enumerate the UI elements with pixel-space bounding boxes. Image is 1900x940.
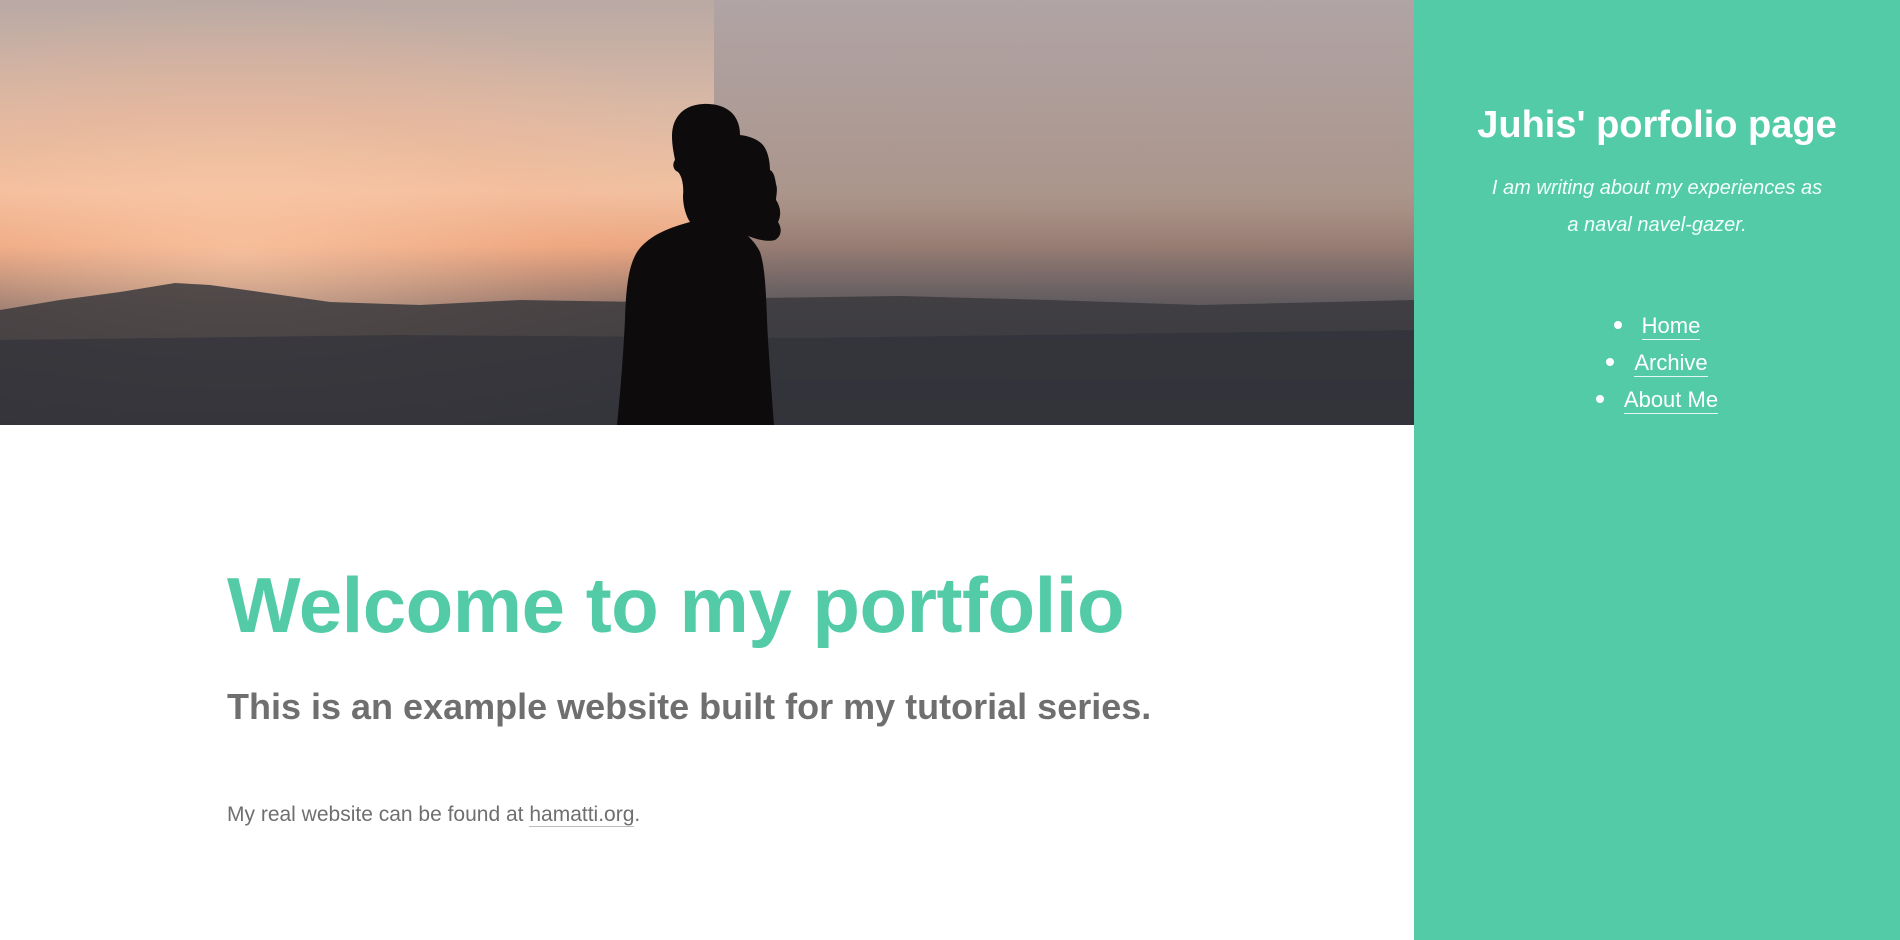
bullet-icon <box>1606 358 1615 367</box>
page-subtitle: This is an example website built for my … <box>227 686 1152 727</box>
hero-silhouette-graphic <box>0 103 1414 425</box>
hamatti-link[interactable]: hamatti.org <box>529 803 635 827</box>
nav-item-home: Home <box>1414 307 1900 344</box>
page: Welcome to my portfolio This is an examp… <box>0 0 1900 940</box>
nav-item-about: About Me <box>1414 381 1900 418</box>
site-tagline: I am writing about my experiences as a n… <box>1491 177 1823 236</box>
bullet-icon <box>1595 395 1604 404</box>
intro-text: My real website can be found at <box>227 803 530 826</box>
hero-image <box>0 0 1414 425</box>
nav-item-archive: Archive <box>1414 344 1900 381</box>
sidebar: Juhis' porfolio page I am writing about … <box>1414 0 1900 940</box>
person-silhouette <box>617 103 781 425</box>
page-title: Welcome to my portfolio <box>227 561 1125 649</box>
intro-suffix: . <box>634 803 641 826</box>
nav-link-home[interactable]: Home <box>1641 313 1701 340</box>
nav-link-about[interactable]: About Me <box>1623 387 1719 414</box>
main-content: Welcome to my portfolio This is an examp… <box>0 0 1414 940</box>
nav-link-archive[interactable]: Archive <box>1634 350 1708 377</box>
sidebar-nav: Home Archive About Me <box>1414 307 1900 418</box>
bullet-icon <box>1613 321 1622 330</box>
site-title: Juhis' porfolio page <box>1477 104 1837 146</box>
intro-paragraph: My real website can be found at hamatti.… <box>227 803 640 827</box>
